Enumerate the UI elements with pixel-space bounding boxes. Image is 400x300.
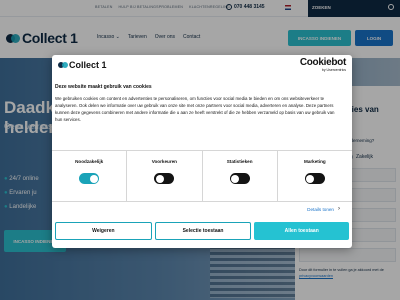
details-link[interactable]: Details tonen › bbox=[307, 206, 340, 212]
category-label: Statistieken bbox=[226, 159, 253, 164]
cookiebot-logo[interactable]: Cookiebot by Usercentrics bbox=[300, 57, 346, 72]
category-marketing: Marketing bbox=[278, 151, 352, 201]
cookiebot-by: by Usercentrics bbox=[321, 68, 346, 72]
dialog-logo-text: Collect 1 bbox=[69, 60, 107, 70]
toggle-statistieken[interactable] bbox=[229, 173, 250, 184]
dialog-logo: Collect 1 bbox=[58, 60, 107, 70]
toggle-marketing[interactable] bbox=[304, 173, 325, 184]
category-statistieken: Statistieken bbox=[203, 151, 278, 201]
toggle-noodzakelijk[interactable] bbox=[79, 173, 100, 184]
allow-selection-button[interactable]: Selectie toestaan bbox=[154, 222, 252, 240]
cookie-consent-dialog: Collect 1 Cookiebot by Usercentrics Deze… bbox=[52, 55, 352, 248]
deny-button[interactable]: Weigeren bbox=[55, 222, 152, 240]
toggle-voorkeuren[interactable] bbox=[154, 173, 175, 184]
consent-categories: Noodzakelijk Voorkeuren Statistieken Mar… bbox=[52, 150, 352, 202]
allow-all-button[interactable]: Allen toestaan bbox=[254, 222, 350, 240]
dialog-title: Deze website maakt gebruik van cookies bbox=[55, 84, 152, 90]
details-label: Details tonen bbox=[307, 206, 334, 212]
category-label: Marketing bbox=[304, 159, 326, 164]
chevron-right-icon: › bbox=[338, 206, 340, 212]
cookiebot-name: Cookiebot bbox=[299, 57, 346, 68]
category-label: Noodzakelijk bbox=[75, 159, 104, 164]
logo-mark-icon bbox=[58, 61, 68, 70]
category-voorkeuren: Voorkeuren bbox=[127, 151, 203, 201]
category-label: Voorkeuren bbox=[151, 159, 177, 164]
dialog-buttons: Weigeren Selectie toestaan Allen toestaa… bbox=[52, 222, 352, 240]
category-noodzakelijk: Noodzakelijk bbox=[52, 151, 128, 201]
dialog-body: We gebruiken cookies om content en adver… bbox=[55, 96, 335, 122]
